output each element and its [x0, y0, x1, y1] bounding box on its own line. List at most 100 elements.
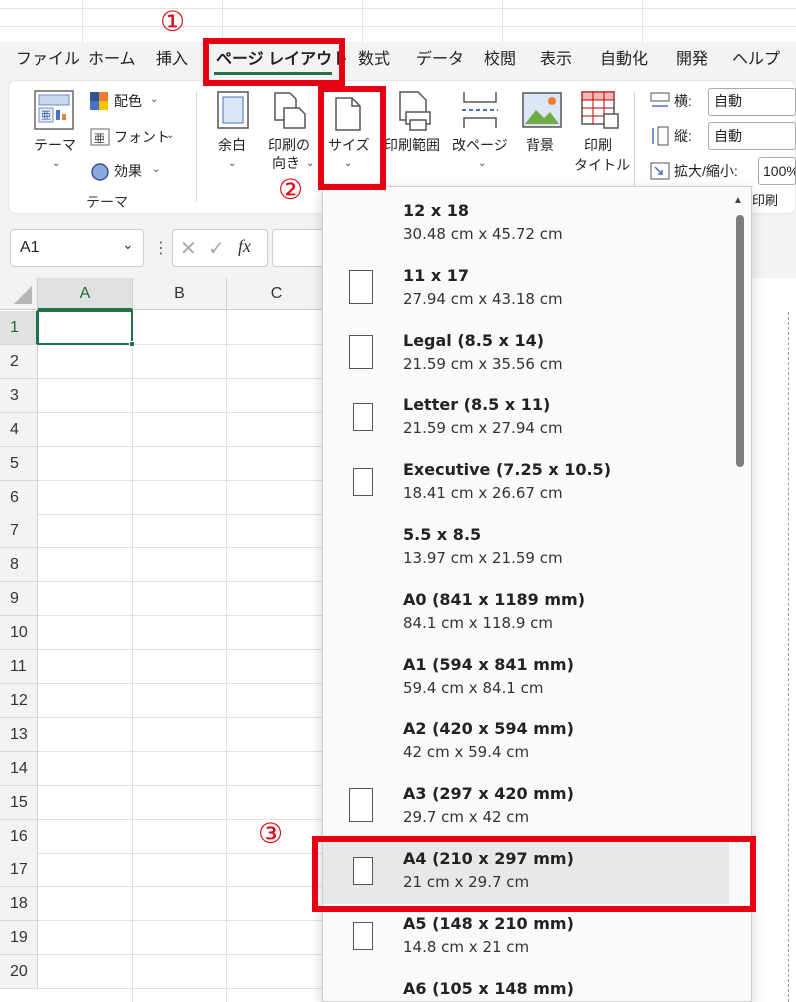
row-header-19[interactable]: 19 [0, 921, 38, 955]
height-icon [650, 126, 670, 146]
scale-input[interactable]: 100% [758, 157, 796, 185]
page-size-icon [349, 270, 373, 304]
row-header-8[interactable]: 8 [0, 548, 38, 582]
column-header-a[interactable]: A [38, 278, 133, 310]
scale-value: 100% [763, 163, 796, 179]
row-header-6[interactable]: 6 [0, 481, 38, 515]
size-option[interactable]: 5.5 x 8.5 13.97 cm x 21.59 cm [323, 515, 733, 580]
size-option-title: A5 (148 x 210 mm) [403, 914, 574, 933]
tab-review[interactable]: 校閲 [484, 50, 516, 70]
grid-line [38, 751, 328, 752]
size-option[interactable]: A5 (148 x 210 mm) 14.8 cm x 21 cm [323, 904, 733, 969]
print-titles-label-2[interactable]: タイトル [574, 156, 630, 174]
tab-home[interactable]: ホーム [88, 50, 136, 70]
width-label: 横: [674, 93, 692, 109]
grid-line [38, 446, 328, 447]
orientation-label-2[interactable]: 向き [272, 154, 300, 172]
size-option-title: Legal (8.5 x 14) [403, 331, 545, 350]
row-header-12[interactable]: 12 [0, 684, 38, 718]
row-header-14[interactable]: 14 [0, 752, 38, 786]
tab-automate[interactable]: 自動化 [600, 50, 648, 70]
grid-line [38, 378, 328, 379]
fonts-button[interactable]: フォント [114, 128, 170, 146]
size-option-title: A2 (420 x 594 mm) [403, 719, 574, 738]
column-header-b[interactable]: B [133, 278, 227, 310]
tab-view[interactable]: 表示 [540, 50, 572, 70]
grid-line [38, 886, 328, 887]
effects-button[interactable]: 効果 [114, 162, 142, 180]
row-header-3[interactable]: 3 [0, 379, 38, 413]
grid-line [38, 412, 328, 413]
grid-line [38, 480, 328, 481]
breaks-label[interactable]: 改ページ [452, 136, 508, 154]
scroll-up-icon[interactable]: ▲ [733, 195, 743, 206]
tab-formulas[interactable]: 数式 [358, 50, 390, 70]
row-header-17[interactable]: 17 [0, 853, 38, 887]
size-option[interactable]: Executive (7.25 x 10.5) 18.41 cm x 26.67 … [323, 450, 733, 515]
row-header-1[interactable]: 1 [0, 311, 38, 345]
size-option-title: A1 (594 x 841 mm) [403, 655, 574, 674]
print-titles-icon[interactable] [580, 90, 620, 130]
size-option-title: Executive (7.25 x 10.5) [403, 460, 611, 479]
row-header-13[interactable]: 13 [0, 718, 38, 752]
chevron-down-icon[interactable]: ⌄ [122, 236, 134, 253]
row-header-11[interactable]: 11 [0, 650, 38, 684]
fill-handle[interactable] [129, 341, 135, 347]
size-option[interactable]: 11 x 17 27.94 cm x 43.18 cm [323, 256, 733, 321]
page-breaks-icon[interactable] [460, 90, 500, 130]
enter-icon[interactable]: ✓ [208, 236, 225, 261]
row-header-5[interactable]: 5 [0, 447, 38, 481]
print-area-label[interactable]: 印刷範囲 [384, 136, 440, 154]
row-header-7[interactable]: 7 [0, 514, 38, 548]
row-header-4[interactable]: 4 [0, 413, 38, 447]
row-header-16[interactable]: 16 [0, 820, 38, 854]
tab-insert[interactable]: 挿入 [156, 50, 188, 70]
grid-line [132, 310, 133, 1002]
row-header-2[interactable]: 2 [0, 345, 38, 379]
page-size-icon [349, 335, 373, 369]
tab-data[interactable]: データ [416, 50, 464, 70]
row-header-15[interactable]: 15 [0, 786, 38, 820]
height-label: 縦: [674, 128, 692, 144]
orientation-icon[interactable] [272, 90, 308, 130]
name-box-value: A1 [20, 239, 40, 256]
size-option[interactable]: A1 (594 x 841 mm) 59.4 cm x 84.1 cm [323, 645, 733, 710]
chevron-down-icon: ⌄ [228, 158, 237, 169]
row-header-10[interactable]: 10 [0, 616, 38, 650]
row-header-18[interactable]: 18 [0, 887, 38, 921]
tab-file[interactable]: ファイル [16, 50, 80, 70]
print-area-icon[interactable] [396, 90, 436, 132]
more-options-icon[interactable]: ⋮ [153, 238, 169, 258]
scrollbar-thumb[interactable] [736, 215, 744, 467]
theme-button-label[interactable]: テーマ [34, 136, 76, 154]
size-option-title: Letter (8.5 x 11) [403, 395, 551, 414]
ribbon-tabs: ファイル ホーム 挿入 ページ レイアウト 数式 データ 校閲 表示 自動化 開… [0, 42, 796, 80]
background-icon[interactable] [522, 92, 562, 128]
function-icon[interactable]: fx [238, 236, 251, 257]
theme-icon[interactable]: 亜 [34, 90, 74, 130]
column-header-c[interactable]: C [227, 278, 327, 310]
grid-line [38, 717, 328, 718]
row-header-9[interactable]: 9 [0, 582, 38, 616]
size-option[interactable]: A0 (841 x 1189 mm) 84.1 cm x 118.9 cm [323, 580, 733, 645]
active-cell-a1[interactable] [37, 310, 133, 345]
svg-text:亜: 亜 [41, 111, 51, 122]
tab-help[interactable]: ヘルプ [732, 50, 780, 70]
cancel-icon[interactable]: ✕ [180, 236, 197, 261]
margins-label[interactable]: 余白 [218, 136, 246, 154]
orientation-label-1[interactable]: 印刷の [268, 136, 310, 154]
colors-button[interactable]: 配色 [114, 92, 142, 110]
annotation-box-page-layout [203, 38, 345, 86]
row-header-20[interactable]: 20 [0, 955, 38, 989]
tab-developer[interactable]: 開発 [676, 50, 708, 70]
size-option[interactable]: Legal (8.5 x 14) 21.59 cm x 35.56 cm [323, 321, 733, 386]
size-option[interactable]: Letter (8.5 x 11) 21.59 cm x 27.94 cm [323, 385, 733, 450]
background-label[interactable]: 背景 [526, 136, 554, 154]
size-option[interactable]: 12 x 18 30.48 cm x 45.72 cm [323, 191, 733, 256]
size-option[interactable]: A3 (297 x 420 mm) 29.7 cm x 42 cm [323, 774, 733, 839]
size-option[interactable]: A6 (105 x 148 mm) [323, 969, 733, 1001]
margins-icon[interactable] [216, 90, 250, 130]
size-option[interactable]: A2 (420 x 594 mm) 42 cm x 59.4 cm [323, 709, 733, 774]
print-titles-label-1[interactable]: 印刷 [584, 136, 612, 154]
scale-icon [650, 162, 670, 180]
